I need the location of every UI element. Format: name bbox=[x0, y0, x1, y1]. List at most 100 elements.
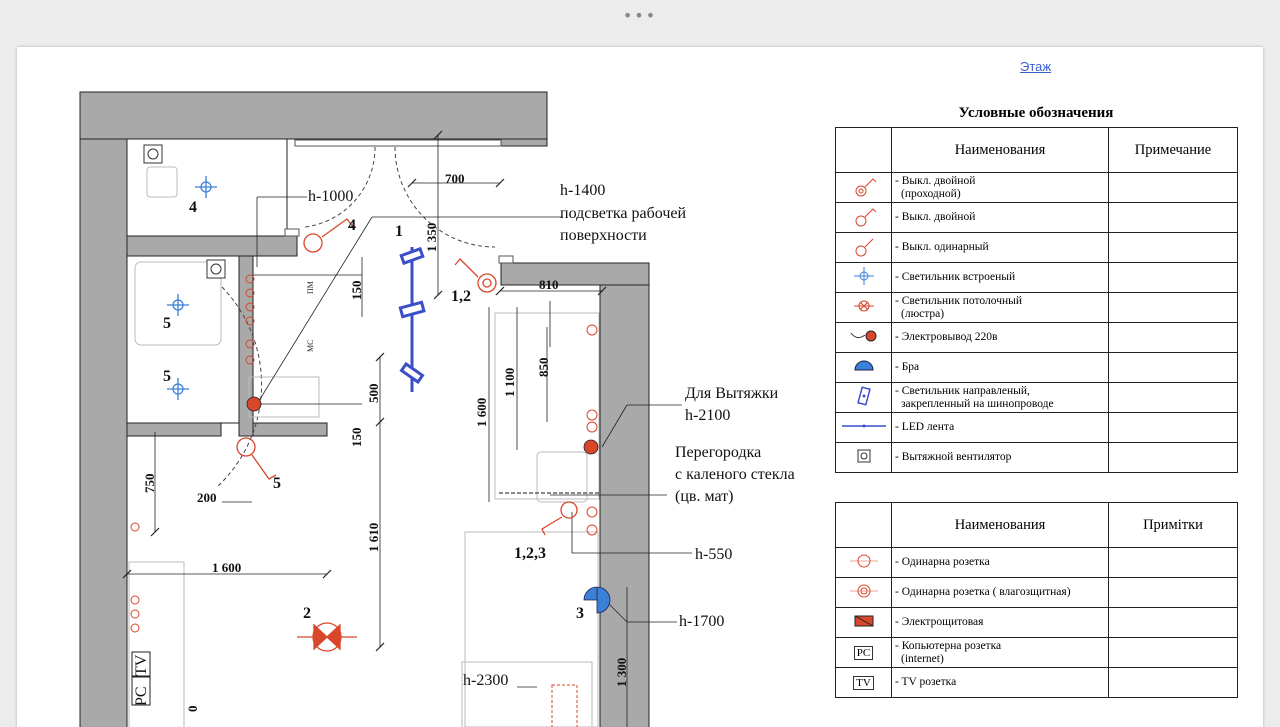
legend-row: TV - TV розетка bbox=[835, 667, 1238, 698]
legend-name: - Электровывод 220в bbox=[895, 331, 998, 343]
tv-socket-icon: TV bbox=[853, 675, 874, 690]
legend-name: закрепленный на шинопроводе bbox=[901, 397, 1054, 410]
drawing-page: Этаж 4 4 5 5 5 1 1,2 1,2,3 2 3 h-1000 h-… bbox=[17, 47, 1263, 727]
electrical-panel-icon bbox=[854, 615, 873, 627]
note-h1700: h-1700 bbox=[679, 613, 724, 630]
legend-name: - Светильник встроеный bbox=[895, 271, 1016, 283]
legend-name: - Бра bbox=[895, 361, 920, 373]
dim-label: 0 bbox=[185, 706, 200, 713]
single-switch-icon bbox=[855, 238, 873, 257]
electrical-panel bbox=[551, 684, 578, 727]
dim-label: 1 610 bbox=[366, 523, 381, 552]
dim-label: 810 bbox=[539, 277, 559, 292]
room-label: 5 bbox=[163, 368, 171, 385]
note-h2300: h-2300 bbox=[463, 672, 508, 689]
pm-label: ПМ bbox=[306, 281, 315, 294]
double-switch-icon bbox=[855, 208, 876, 227]
legend-title: Условные обозначения bbox=[958, 105, 1114, 121]
header-symbol bbox=[835, 127, 892, 173]
dim-label: 700 bbox=[445, 171, 465, 186]
note-glass: Перегородка bbox=[675, 444, 761, 461]
note-hood: h-2100 bbox=[685, 407, 730, 424]
room-label: 1,2 bbox=[451, 288, 471, 305]
legend-name: - Выкл. двойной bbox=[895, 211, 976, 223]
dim-label: 200 bbox=[197, 490, 217, 505]
floor-link[interactable]: Этаж bbox=[1020, 59, 1051, 74]
legend-table-lighting: Наименования Примечание - Выкл. двойной(… bbox=[835, 127, 1238, 473]
legend-name: - Светильник потолочный bbox=[895, 294, 1023, 307]
window-menu-dots[interactable]: ••• bbox=[0, 6, 1280, 25]
legend-name: (проходной) bbox=[901, 187, 961, 200]
header-note: Примітки bbox=[1108, 502, 1238, 548]
legend-table-sockets: Наименования Примітки - Одинарна розетка… bbox=[835, 502, 1238, 698]
legend-name: - Электрощитовая bbox=[895, 616, 984, 628]
note-h1000: h-1000 bbox=[308, 188, 353, 205]
header-symbol bbox=[835, 502, 892, 548]
floor-plan: 4 4 5 5 5 1 1,2 1,2,3 2 3 h-1000 h-1400 … bbox=[79, 91, 795, 727]
dim-label: 150 bbox=[349, 281, 364, 301]
ceiling-light bbox=[297, 622, 357, 652]
room-label: 4 bbox=[348, 217, 356, 234]
note-hood: Для Вытяжки bbox=[685, 385, 779, 402]
legend-name: - Копьютерна розетка bbox=[895, 639, 1002, 652]
legend-name: (люстра) bbox=[901, 307, 945, 320]
led-strip-icon bbox=[841, 424, 886, 428]
double-pass-switch-icon bbox=[855, 178, 876, 197]
legend-name: - Светильник направленый, bbox=[895, 384, 1030, 397]
legend-row: - LED лента bbox=[835, 412, 1238, 443]
room-label: 4 bbox=[189, 199, 197, 216]
note-worklight: подсветка рабочей bbox=[560, 205, 687, 222]
dim-label: 500 bbox=[366, 384, 381, 404]
legend-row: - Светильник потолочный (люстра) bbox=[835, 292, 1238, 323]
legend-row: PC - Копьютерна розетка (internet) bbox=[835, 637, 1238, 668]
exhaust-fans bbox=[143, 144, 226, 279]
room-label: 1,2,3 bbox=[514, 545, 546, 562]
room-label: 3 bbox=[576, 605, 584, 622]
dim-label: 150 bbox=[349, 428, 364, 448]
room-label: 5 bbox=[163, 315, 171, 332]
sconce bbox=[583, 586, 611, 614]
ms-label: МС bbox=[306, 340, 315, 352]
dim-label: 1 300 bbox=[614, 658, 629, 687]
legend-row: - Электровывод 220в bbox=[835, 322, 1238, 353]
legend-name: - Выкл. одинарный bbox=[895, 241, 989, 253]
legend-name: (internet) bbox=[901, 652, 944, 665]
legend-row: - Светильник направленый, закрепленный на… bbox=[835, 382, 1238, 413]
legend-row: - Выкл. двойной (проходной) bbox=[835, 172, 1238, 203]
single-socket-icon bbox=[849, 554, 878, 568]
exhaust-fan-icon bbox=[857, 449, 870, 463]
pc-label: PC bbox=[133, 686, 150, 706]
dim-label: 1 600 bbox=[212, 560, 241, 575]
power-outlet-220-icon bbox=[850, 330, 876, 342]
legend-row: - Одинарна розетка bbox=[835, 547, 1238, 578]
note-worklight: поверхности bbox=[560, 227, 647, 244]
legend-row: - Бра bbox=[835, 352, 1238, 383]
legend-name: - Вытяжной вентилятор bbox=[895, 451, 1012, 463]
legend-name: - LED лента bbox=[895, 421, 955, 433]
legend-name: - Выкл. двойной bbox=[895, 174, 976, 187]
legend-name: - TV розетка bbox=[895, 676, 957, 688]
header-name: Наименования bbox=[891, 127, 1109, 173]
note-glass: (цв. мат) bbox=[675, 488, 733, 505]
track-spotlight-icon bbox=[856, 386, 871, 406]
room-label: 5 bbox=[273, 475, 281, 492]
legend-name: - Одинарна розетка ( влагозщитная) bbox=[895, 586, 1071, 598]
room-label: 2 bbox=[303, 605, 311, 622]
sockets bbox=[130, 274, 598, 633]
legend-name: - Одинарна розетка bbox=[895, 556, 990, 568]
legend-row: - Выкл. двойной bbox=[835, 202, 1238, 233]
dim-label: 1 600 bbox=[474, 398, 489, 427]
note-h550: h-550 bbox=[695, 546, 732, 563]
legend-row: - Одинарна розетка ( влагозщитная) bbox=[835, 577, 1238, 608]
room-label: 1 bbox=[395, 223, 403, 240]
led-track bbox=[398, 246, 426, 392]
dim-label: 850 bbox=[536, 358, 551, 378]
note-h1400: h-1400 bbox=[560, 182, 605, 199]
ceiling-light-icon bbox=[853, 300, 874, 312]
dim-label: 1 350 bbox=[424, 223, 439, 252]
legend-row: - Светильник встроеный bbox=[835, 262, 1238, 293]
waterproof-socket-icon bbox=[849, 584, 878, 598]
legend-row: - Электрощитовая bbox=[835, 607, 1238, 638]
tv-label: TV bbox=[133, 654, 150, 676]
legend-row: - Выкл. одинарный bbox=[835, 232, 1238, 263]
